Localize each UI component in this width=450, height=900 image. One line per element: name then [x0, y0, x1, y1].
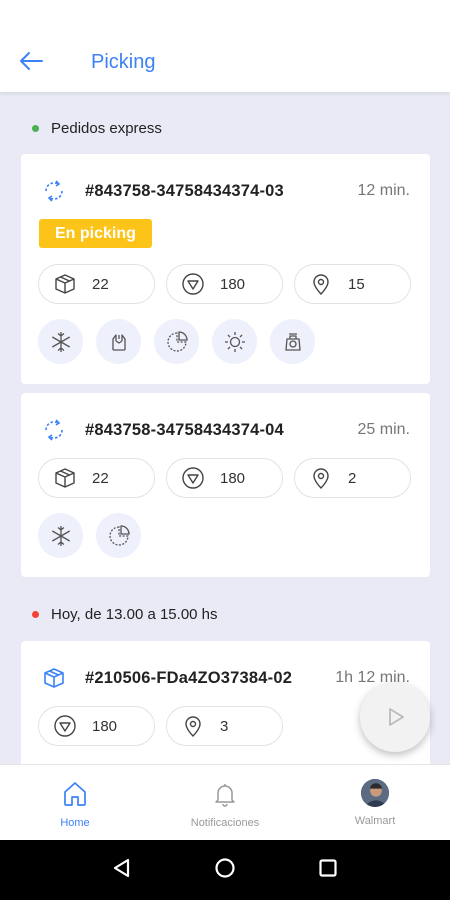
boxes-count: 22 — [92, 275, 109, 293]
nav-home[interactable]: Home — [0, 765, 150, 840]
start-picking-button[interactable] — [360, 682, 430, 752]
location-pill: 2 — [294, 458, 411, 498]
bottom-navigation: Home Notificaciones Walmart — [0, 764, 450, 840]
order-id: #843758-34758434374-03 — [85, 181, 284, 200]
snowflake-icon — [38, 513, 83, 558]
order-attributes — [38, 319, 315, 364]
back-arrow-icon[interactable] — [18, 49, 44, 73]
location-pin-icon — [313, 274, 329, 295]
boxes-pill: 22 — [38, 458, 155, 498]
section-header-express: Pedidos express — [32, 120, 162, 137]
section-label: Pedidos express — [51, 120, 162, 137]
app-bar: Picking — [0, 0, 450, 92]
order-header: #210506-FDa4ZO37384-02 1h 12 min. — [41, 665, 410, 691]
nav-notifications[interactable]: Notificaciones — [150, 765, 300, 840]
scale-icon — [270, 319, 315, 364]
order-time: 25 min. — [357, 421, 410, 438]
order-id: #210506-FDa4ZO37384-02 — [85, 668, 293, 687]
section-header-scheduled: Hoy, de 13.00 a 15.00 hs — [32, 606, 218, 623]
order-card[interactable]: #843758-34758434374-03 12 min. En pickin… — [21, 154, 430, 384]
weight-pill: 180 — [166, 458, 283, 498]
location-pin-icon — [185, 716, 201, 737]
order-header: #843758-34758434374-04 25 min. — [41, 417, 410, 443]
nav-store-label: Walmart — [354, 815, 396, 827]
weight-value: 180 — [92, 717, 118, 735]
weight-pill: 180 — [166, 264, 283, 304]
play-icon — [389, 708, 404, 726]
weight-value: 180 — [220, 275, 246, 293]
location-pill: 3 — [166, 706, 283, 746]
order-stats: 22 180 2 — [38, 458, 411, 498]
boxes-pill: 22 — [38, 264, 155, 304]
section-label: Hoy, de 13.00 a 15.00 hs — [51, 606, 218, 623]
order-time: 12 min. — [357, 182, 410, 199]
location-value: 3 — [220, 717, 229, 735]
sync-icon — [45, 180, 63, 202]
hand-package-icon — [96, 319, 141, 364]
snowflake-icon — [38, 319, 83, 364]
order-stats: 22 180 15 — [38, 264, 411, 304]
sync-icon — [45, 419, 63, 441]
weight-value: 180 — [220, 469, 246, 487]
down-triangle-icon — [182, 467, 204, 489]
down-triangle-icon — [54, 715, 76, 737]
location-pill: 15 — [294, 264, 411, 304]
nav-store[interactable]: Walmart — [300, 765, 450, 840]
location-value: 2 — [348, 469, 357, 487]
nav-home-label: Home — [60, 817, 90, 829]
pie-icon — [96, 513, 141, 558]
pie-icon — [154, 319, 199, 364]
nav-notifications-label: Notificaciones — [190, 817, 260, 829]
box-icon — [55, 274, 75, 294]
bell-icon — [215, 784, 235, 807]
location-pin-icon — [313, 468, 329, 489]
box-icon — [55, 468, 75, 488]
status-dot-red — [32, 611, 39, 618]
system-navigation-bar — [0, 840, 450, 900]
order-attributes — [38, 513, 141, 558]
back-triangle-icon[interactable] — [111, 857, 133, 884]
order-header: #843758-34758434374-03 12 min. — [41, 178, 410, 204]
status-badge: En picking — [39, 219, 152, 248]
home-icon — [64, 782, 86, 806]
page-title: Picking — [91, 51, 156, 73]
avatar — [361, 779, 389, 807]
location-value: 15 — [348, 275, 365, 293]
down-triangle-icon — [182, 273, 204, 295]
home-circle-icon[interactable] — [214, 857, 236, 884]
recents-square-icon[interactable] — [317, 857, 339, 884]
status-dot-green — [32, 125, 39, 132]
sun-icon — [212, 319, 257, 364]
order-stats: 180 3 — [38, 706, 283, 746]
boxes-count: 22 — [92, 469, 109, 487]
order-card[interactable]: #843758-34758434374-04 25 min. 22 180 2 — [21, 393, 430, 577]
order-id: #843758-34758434374-04 — [85, 420, 284, 439]
box-icon — [44, 668, 64, 688]
weight-pill: 180 — [38, 706, 155, 746]
